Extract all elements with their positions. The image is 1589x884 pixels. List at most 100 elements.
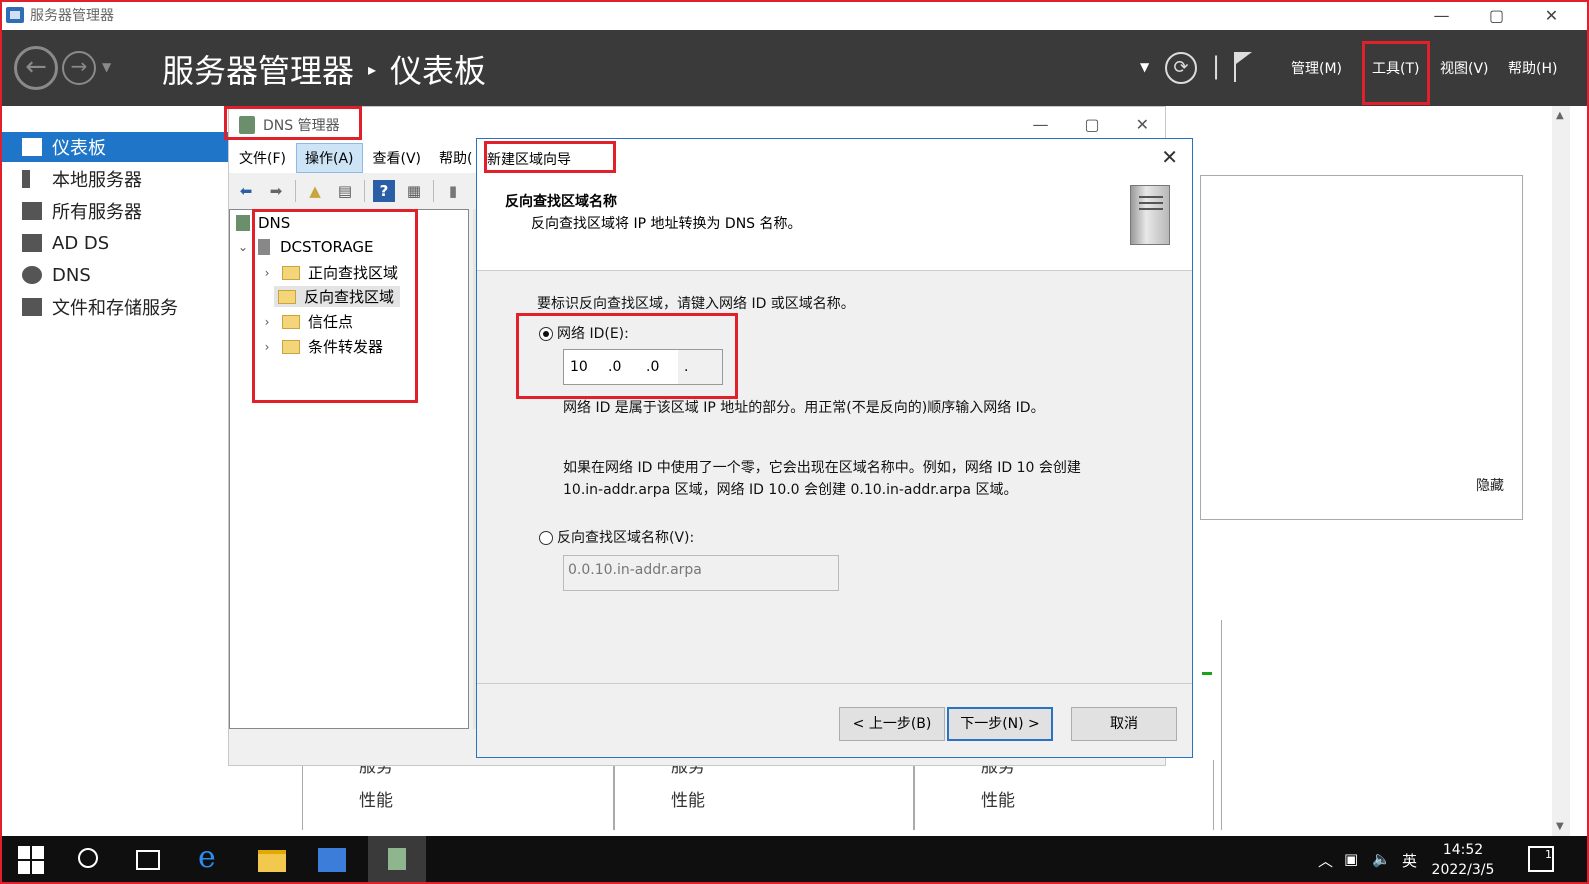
- header-bar: ← → ▼ 服务器管理器 ▸ 仪表板 ▼ ⟳ | 管理(M) 工具(T) 视图(…: [0, 30, 1589, 106]
- tray-chevron-up-icon[interactable]: ︿: [1318, 850, 1333, 871]
- tree-node-label: 条件转发器: [308, 338, 384, 356]
- sidebar-item-dashboard[interactable]: 仪表板: [2, 132, 230, 162]
- server-manager-icon: [6, 7, 24, 23]
- dns-icon: [236, 215, 250, 231]
- dashboard-tile[interactable]: 服务 性能: [302, 757, 614, 830]
- action-center-icon[interactable]: 1: [1528, 846, 1554, 872]
- server-tower-icon: [1130, 185, 1170, 245]
- ip-octet-1[interactable]: 10: [564, 359, 602, 375]
- back-arrow-icon[interactable]: ←: [14, 46, 58, 90]
- header-divider: |: [1212, 52, 1221, 80]
- zone-name-input[interactable]: 0.0.10.in-addr.arpa: [563, 555, 839, 591]
- sidebar-item-dns[interactable]: DNS: [2, 260, 230, 290]
- toolbar-separator: [364, 180, 365, 202]
- task-view-icon[interactable]: [136, 850, 160, 870]
- taskbar-clock[interactable]: 14:52 2022/3/5: [1418, 840, 1508, 880]
- forward-arrow-icon[interactable]: →: [62, 51, 96, 85]
- server-manager-taskbar-icon[interactable]: [318, 848, 346, 872]
- sidebar-item-all-servers[interactable]: 所有服务器: [2, 196, 230, 226]
- toolbar-separator: [433, 180, 434, 202]
- properties-icon[interactable]: ▦: [403, 180, 425, 202]
- menu-manage[interactable]: 管理(M): [1291, 58, 1342, 78]
- folder-icon: [282, 265, 300, 280]
- close-button[interactable]: ✕: [1524, 6, 1579, 25]
- network-id-input[interactable]: 10 .0 .0 .: [563, 349, 723, 385]
- tile-performance[interactable]: 性能: [981, 786, 1015, 811]
- zone-name-label[interactable]: 反向查找区域名称(V):: [557, 527, 694, 547]
- sidebar-item-adds[interactable]: AD DS: [2, 228, 230, 258]
- start-windows-icon[interactable]: [18, 846, 46, 874]
- refresh-icon[interactable]: ⟳: [1165, 52, 1197, 84]
- clock-date: 2022/3/5: [1431, 862, 1495, 878]
- chevron-right-icon[interactable]: ›: [260, 340, 274, 354]
- dns-manager-icon: [239, 116, 255, 134]
- sidebar-item-file-storage[interactable]: 文件和存储服务: [2, 292, 230, 322]
- dns-menu-view[interactable]: 查看(V): [365, 144, 430, 172]
- folder-icon: [282, 314, 300, 329]
- chevron-down-icon[interactable]: ⌄: [236, 240, 250, 254]
- up-folder-icon[interactable]: ▲: [304, 180, 326, 202]
- wizard-close-button[interactable]: ✕: [1161, 145, 1178, 169]
- dashboard-tile[interactable]: 服务 性能: [914, 757, 1214, 830]
- dns-menu-help[interactable]: 帮助(: [431, 144, 480, 172]
- tree-node-conditional-forwarders[interactable]: › 条件转发器: [260, 336, 383, 357]
- tree-node-trust-points[interactable]: › 信任点: [260, 311, 353, 332]
- tree-node-server[interactable]: ⌄ DCSTORAGE: [236, 238, 373, 256]
- dns-manager-taskbar-button[interactable]: [368, 836, 426, 884]
- network-warning-icon[interactable]: ▣: [1344, 850, 1358, 868]
- scroll-down-icon[interactable]: ▼: [1556, 821, 1564, 832]
- hide-link[interactable]: 隐藏: [1476, 475, 1504, 495]
- show-hide-tree-icon[interactable]: ▤: [334, 180, 356, 202]
- new-zone-wizard: 新建区域向导 ✕ 反向查找区域名称 反向查找区域将 IP 地址转换为 DNS 名…: [476, 138, 1193, 758]
- scroll-up-icon[interactable]: ▲: [1556, 110, 1564, 121]
- minimize-button[interactable]: —: [1414, 6, 1469, 25]
- tree-node-reverse-zones[interactable]: 反向查找区域: [274, 286, 401, 307]
- tree-node-dns-root[interactable]: DNS: [236, 214, 290, 232]
- back-arrow-icon[interactable]: ⬅: [235, 180, 257, 202]
- zone-name-radio[interactable]: [539, 531, 553, 545]
- chevron-right-icon[interactable]: ›: [260, 315, 274, 329]
- dns-maximize-button[interactable]: ▢: [1084, 115, 1099, 134]
- main-scrollbar[interactable]: ▲ ▼: [1552, 106, 1570, 836]
- window-titlebar: 服务器管理器 — ▢ ✕: [0, 0, 1589, 30]
- dns-minimize-button[interactable]: —: [1032, 115, 1048, 134]
- menu-view[interactable]: 视图(V): [1440, 58, 1489, 78]
- sidebar-item-label: 所有服务器: [52, 202, 142, 223]
- header-dropdown-icon[interactable]: ▼: [1140, 60, 1149, 74]
- internet-explorer-icon[interactable]: e: [198, 840, 226, 875]
- help-icon[interactable]: ?: [373, 180, 395, 202]
- dns-menu-action[interactable]: 操作(A): [295, 143, 363, 173]
- ip-octet-4[interactable]: .: [678, 350, 722, 384]
- volume-muted-icon[interactable]: 🔈: [1372, 850, 1391, 868]
- history-dropdown-icon[interactable]: ▼: [102, 60, 111, 74]
- dns-menu-file[interactable]: 文件(F): [231, 144, 294, 172]
- forward-arrow-icon[interactable]: ➡: [265, 180, 287, 202]
- menu-help[interactable]: 帮助(H): [1508, 58, 1557, 78]
- sidebar-item-local-server[interactable]: 本地服务器: [2, 164, 230, 194]
- tree-node-forward-zones[interactable]: › 正向查找区域: [260, 262, 398, 283]
- breadcrumb-separator-icon: ▸: [368, 59, 377, 79]
- next-button[interactable]: 下一步(N) >: [947, 707, 1053, 741]
- dashboard-tile[interactable]: 服务 性能: [614, 757, 914, 830]
- back-button[interactable]: < 上一步(B): [839, 707, 945, 741]
- network-id-radio[interactable]: [539, 327, 553, 341]
- sidebar: 仪表板 本地服务器 所有服务器 AD DS DNS 文件和存储服务: [2, 106, 230, 836]
- network-id-label[interactable]: 网络 ID(E):: [557, 323, 629, 343]
- servers-icon: [22, 202, 42, 220]
- server-icon[interactable]: ▮: [442, 180, 464, 202]
- menu-tools[interactable]: 工具(T): [1372, 58, 1419, 78]
- file-explorer-icon[interactable]: [258, 850, 286, 872]
- tile-performance[interactable]: 性能: [671, 786, 705, 811]
- search-icon[interactable]: [78, 848, 98, 868]
- taskbar: e ︿ ▣ 🔈 英 14:52 2022/3/5 1: [0, 836, 1589, 884]
- chevron-right-icon[interactable]: ›: [260, 266, 274, 280]
- ip-octet-2[interactable]: .0: [602, 359, 640, 375]
- dns-close-button[interactable]: ✕: [1136, 115, 1149, 134]
- maximize-button[interactable]: ▢: [1469, 6, 1524, 25]
- notification-flag-icon[interactable]: [1232, 50, 1256, 84]
- ip-octet-3[interactable]: .0: [640, 359, 678, 375]
- zero-note-line2: 10.in-addr.arpa 区域，网络 ID 10.0 会创建 0.10.i…: [563, 482, 1018, 498]
- cancel-button[interactable]: 取消: [1071, 707, 1177, 741]
- tile-performance[interactable]: 性能: [359, 786, 393, 811]
- ime-indicator[interactable]: 英: [1402, 850, 1417, 871]
